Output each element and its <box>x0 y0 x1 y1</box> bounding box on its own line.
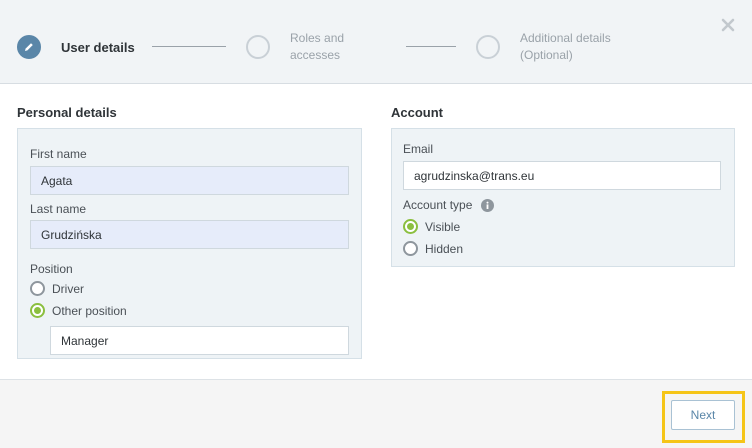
radio-dot <box>403 241 418 256</box>
step-additional-details[interactable]: Additional details (Optional) <box>476 30 611 64</box>
step-circle <box>476 35 500 59</box>
info-icon[interactable] <box>480 199 494 213</box>
close-icon <box>721 18 735 32</box>
step-user-details[interactable]: User details <box>17 35 135 59</box>
other-position-input[interactable]: Manager <box>50 326 349 355</box>
step-roles-accesses[interactable]: Roles and accesses <box>246 30 344 64</box>
step-connector <box>152 46 226 47</box>
account-type-label: Account type <box>403 198 494 213</box>
step-label-user-details: User details <box>61 39 135 55</box>
step-label-roles-accesses: Roles and accesses <box>290 31 345 62</box>
wizard-footer <box>0 379 752 448</box>
step-circle <box>246 35 270 59</box>
first-name-input[interactable]: Agata <box>30 166 349 195</box>
next-button[interactable]: Next <box>671 400 735 430</box>
position-label: Position <box>30 262 73 276</box>
radio-hidden-label: Hidden <box>425 241 464 256</box>
radio-driver[interactable]: Driver <box>30 281 84 296</box>
step-label-additional-details: Additional details (Optional) <box>520 31 611 62</box>
step-circle-active <box>17 35 41 59</box>
radio-visible-label: Visible <box>425 219 461 234</box>
radio-dot <box>30 281 45 296</box>
last-name-label: Last name <box>30 202 87 216</box>
radio-driver-label: Driver <box>52 281 84 296</box>
radio-other-position[interactable]: Other position <box>30 303 127 318</box>
first-name-label: First name <box>30 147 87 161</box>
account-title: Account <box>391 105 443 120</box>
email-input[interactable]: agrudzinska@trans.eu <box>403 161 721 190</box>
email-label: Email <box>403 142 434 156</box>
radio-dot-checked <box>30 303 45 318</box>
wizard-header: User details Roles and accesses Addition… <box>0 0 752 84</box>
radio-visible[interactable]: Visible <box>403 219 460 234</box>
radio-other-position-label: Other position <box>52 303 127 318</box>
pencil-icon <box>25 43 33 51</box>
radio-dot-checked <box>403 219 418 234</box>
personal-details-title: Personal details <box>17 105 117 120</box>
step-connector <box>406 46 456 47</box>
last-name-input[interactable]: Grudzińska <box>30 220 349 249</box>
close-button[interactable] <box>719 16 737 34</box>
radio-hidden[interactable]: Hidden <box>403 241 463 256</box>
